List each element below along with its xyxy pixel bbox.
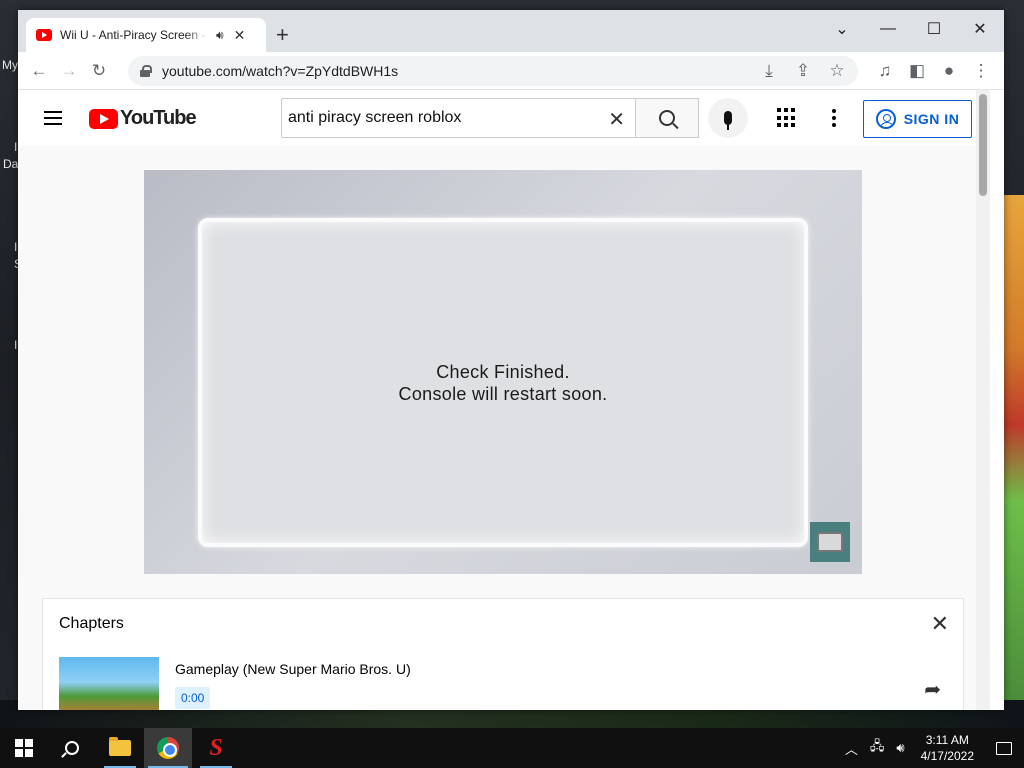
dialog-line-2: Console will restart soon. <box>398 383 608 404</box>
account-icon <box>875 109 896 129</box>
clock-time: 3:11 AM <box>925 733 969 747</box>
dialog-line-1: Check Finished. <box>436 361 570 382</box>
youtube-page: YouTube ✕ SIGN IN Check Finis <box>18 90 990 710</box>
notification-button[interactable] <box>984 728 1024 768</box>
youtube-play-icon <box>89 108 118 129</box>
youtube-logo-text: YouTube <box>120 107 197 129</box>
desktop-icon-label[interactable]: Da <box>3 157 18 171</box>
chapter-item[interactable]: Gameplay (New Super Mario Bros. U) 0:00 … <box>59 657 949 710</box>
video-frame-dialog: Check Finished. Console will restart soo… <box>198 218 808 547</box>
desktop-icon-label[interactable]: My <box>2 58 18 72</box>
chapter-title[interactable]: Gameplay (New Super Mario Bros. U) <box>175 661 411 677</box>
browser-menu-icon[interactable]: ⋮ <box>966 56 996 86</box>
maximize-icon: ☐ <box>926 21 942 38</box>
taskbar-search-button[interactable] <box>48 728 96 768</box>
youtube-logo[interactable]: YouTube <box>89 107 197 130</box>
forward-icon[interactable]: → <box>54 56 84 86</box>
close-icon[interactable]: ✕ <box>931 613 949 635</box>
scrollbar-thumb[interactable] <box>979 94 987 196</box>
desktop-icon-label[interactable]: I <box>14 338 17 352</box>
share-icon[interactable]: ➦ <box>924 677 941 702</box>
video-player[interactable]: Check Finished. Console will restart soo… <box>144 170 862 574</box>
chevron-up-icon[interactable]: ︿ <box>845 739 858 758</box>
browser-tab[interactable]: Wii U - Anti-Piracy Screen - YouTube 🔊︎ … <box>26 18 266 52</box>
chapters-header: Chapters ✕ <box>43 599 963 649</box>
share-icon[interactable]: ⇪ <box>788 56 818 86</box>
chapter-thumbnail[interactable] <box>59 657 159 710</box>
apps-grid-icon[interactable] <box>776 108 796 128</box>
sign-in-button[interactable]: SIGN IN <box>863 100 972 138</box>
search-icon <box>659 110 675 126</box>
bookmark-star-icon[interactable]: ☆ <box>822 56 852 86</box>
chrome-icon <box>157 737 179 759</box>
tab-search-button[interactable]: ⌄ <box>820 14 864 44</box>
browser-toolbar: ← → ↻ youtube.com/watch?v=ZpYdtdBWH1s ⤓ … <box>18 52 1004 90</box>
address-bar[interactable]: youtube.com/watch?v=ZpYdtdBWH1s ⤓ ⇪ ☆ <box>128 56 858 86</box>
close-window-button[interactable]: ✕ <box>958 14 1002 44</box>
desktop-icon-label[interactable]: I <box>14 140 17 154</box>
desktop-icon-label[interactable]: I <box>14 240 17 254</box>
browser-titlebar: Wii U - Anti-Piracy Screen - YouTube 🔊︎ … <box>18 10 1004 52</box>
wallpaper-art <box>1004 195 1024 705</box>
youtube-header: YouTube ✕ SIGN IN <box>18 90 990 146</box>
clock-date: 4/17/2022 <box>920 749 974 763</box>
profile-avatar-icon[interactable]: ● <box>934 56 964 86</box>
taskbar: S ︿ 🖧︎ 🔊︎ 3:11 AM 4/17/2022 <box>0 728 1024 768</box>
speaker-icon[interactable]: 🔊︎ <box>216 28 224 43</box>
minimize-icon: — <box>880 20 896 37</box>
search-button[interactable] <box>635 98 699 138</box>
chapters-title: Chapters <box>59 615 124 632</box>
page-scrollbar[interactable] <box>976 90 990 710</box>
clock[interactable]: 3:11 AM 4/17/2022 <box>921 732 974 764</box>
browser-window: Wii U - Anti-Piracy Screen - YouTube 🔊︎ … <box>18 10 1004 710</box>
settings-more-icon[interactable] <box>830 106 838 130</box>
chevron-down-icon: ⌄ <box>835 21 849 38</box>
start-button[interactable] <box>0 728 48 768</box>
close-icon: ✕ <box>973 21 987 38</box>
media-control-icon[interactable]: ♫ <box>870 56 900 86</box>
install-app-icon[interactable]: ⤓ <box>754 56 784 86</box>
maximize-button[interactable]: ☐ <box>912 14 956 44</box>
back-icon[interactable]: ← <box>24 56 54 86</box>
console-icon <box>810 522 850 562</box>
menu-icon[interactable] <box>44 111 62 125</box>
volume-icon[interactable]: 🔊︎ <box>896 740 904 756</box>
url-text[interactable]: youtube.com/watch?v=ZpYdtdBWH1s <box>162 63 398 79</box>
taskbar-chrome[interactable] <box>144 728 192 768</box>
notification-icon <box>996 741 1012 755</box>
tab-title: Wii U - Anti-Piracy Screen - YouTube <box>60 28 208 42</box>
app-s-icon: S <box>209 734 223 761</box>
taskbar-app[interactable]: S <box>192 728 240 768</box>
folder-icon <box>109 737 131 756</box>
network-icon[interactable]: 🖧︎ <box>870 737 885 759</box>
new-tab-button[interactable]: + <box>276 24 289 46</box>
sign-in-label: SIGN IN <box>903 111 960 127</box>
youtube-favicon-icon <box>36 29 52 41</box>
chapters-panel: Chapters ✕ Gameplay (New Super Mario Bro… <box>42 598 964 710</box>
lock-icon[interactable] <box>140 65 152 77</box>
windows-logo-icon <box>15 739 33 757</box>
voice-search-button[interactable] <box>708 98 748 138</box>
system-tray: ︿ 🖧︎ 🔊︎ 3:11 AM 4/17/2022 <box>839 728 1024 768</box>
microphone-icon <box>724 111 732 130</box>
search-icon <box>65 741 79 755</box>
clear-search-icon[interactable]: ✕ <box>608 107 625 132</box>
side-panel-icon[interactable]: ◧ <box>902 56 932 86</box>
chapter-timestamp[interactable]: 0:00 <box>175 687 211 709</box>
reload-icon[interactable]: ↻ <box>84 56 114 86</box>
minimize-button[interactable]: — <box>866 14 910 44</box>
search-box[interactable]: ✕ <box>281 98 636 138</box>
search-input[interactable] <box>288 109 588 127</box>
close-tab-icon[interactable]: ✕ <box>234 27 246 44</box>
taskbar-file-explorer[interactable] <box>96 728 144 768</box>
